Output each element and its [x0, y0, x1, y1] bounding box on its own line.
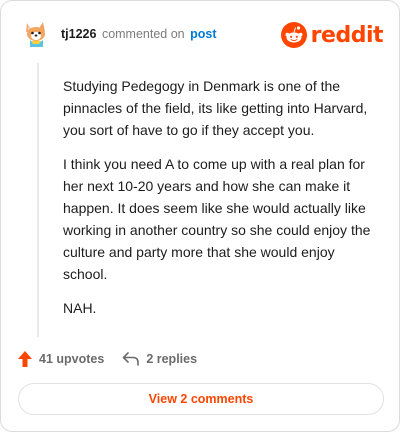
avatar-dog-icon: [26, 22, 45, 47]
reddit-logo[interactable]: reddit: [280, 21, 384, 49]
reply-icon: [123, 352, 140, 366]
comment-paragraph: Studying Pedegogy in Denmark is one of t…: [63, 78, 368, 138]
comment-card: tj1226 commented on post reddit Studying…: [0, 0, 400, 432]
comment-meta: tj1226 commented on post: [61, 26, 217, 42]
action-text: commented on: [101, 27, 185, 41]
comment-header: tj1226 commented on post reddit: [17, 17, 385, 53]
upvote-button[interactable]: 41 upvotes: [17, 350, 104, 368]
replies-button[interactable]: 2 replies: [122, 352, 197, 366]
view-comments-button[interactable]: View 2 comments: [18, 383, 384, 415]
reddit-snoo-icon: [280, 22, 307, 48]
username-link[interactable]: tj1226: [61, 27, 96, 41]
comment-paragraph: I think you need A to come up with a rea…: [63, 156, 371, 282]
upvote-count: 41 upvotes: [39, 352, 105, 366]
brand-wordmark: reddit: [310, 22, 384, 48]
comment-body: Studying Pedegogy in Denmark is one of t…: [63, 75, 379, 331]
upvote-arrow-icon: [18, 351, 32, 367]
comment-paragraph: NAH.: [63, 300, 97, 316]
user-avatar[interactable]: [21, 19, 51, 49]
comment-actions: 41 upvotes 2 replies: [17, 348, 215, 370]
thread-line[interactable]: [37, 63, 39, 337]
post-link[interactable]: post: [190, 27, 216, 41]
reply-count: 2 replies: [146, 352, 198, 366]
